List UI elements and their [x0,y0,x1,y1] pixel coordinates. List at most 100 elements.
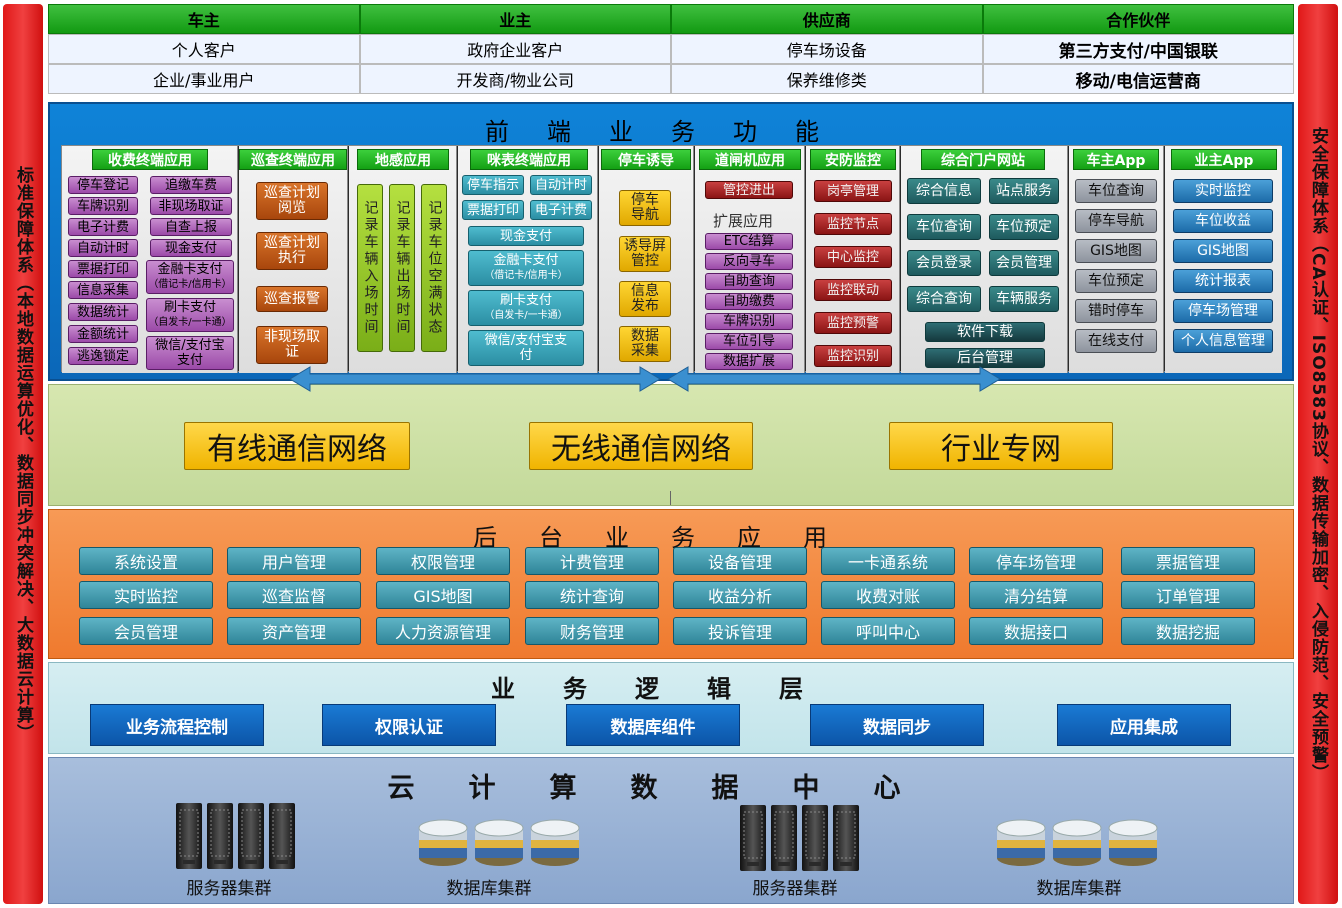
table-cell: 第三方支付/中国银联 [982,34,1294,64]
security-item: 岗亭管理 [814,180,892,202]
owner-app-item: 车位预定 [1075,269,1157,293]
portal-item: 综合信息 [907,178,981,204]
charge-item: 自查上报 [150,218,232,236]
business-app-item: 个人信息管理 [1173,329,1273,353]
backend-module: 停车场管理 [969,547,1103,575]
column-title: 道闸机应用 [699,149,801,170]
column-title: 综合门户网站 [921,149,1045,170]
standard-assurance-text: 标准保障体系（本地数据运算优化、数据同步冲突解决、大数据云计算） [13,166,33,742]
backend-module: 订单管理 [1121,581,1255,609]
column-title: 业主App [1171,149,1277,170]
server-rack-icon [740,805,766,871]
backend-module: 权限管理 [376,547,510,575]
backend-layer: 后台业务应用 系统设置 用户管理 权限管理 计费管理 设备管理 一卡通系统 停车场管理 票据管… [48,509,1294,659]
charge-terminal-column: 收费终端应用 停车登记 车牌识别 电子计费 自动计时 票据打印 信息采集 数据统… [62,146,238,373]
owner-app-item: 停车导航 [1075,209,1157,233]
security-item: 监控联动 [814,279,892,301]
table-cell: 政府企业客户 [359,34,671,64]
charge-item: 自动计时 [68,239,138,257]
table-cell: 个人客户 [48,34,360,64]
backend-module: 呼叫中心 [821,617,955,645]
charge-swipe-pay: 刷卡支付 （自发卡/一卡通） [146,298,234,332]
patrol-item: 巡查计划阅览 [256,182,328,220]
charge-item: 票据打印 [68,260,138,278]
security-item: 中心监控 [814,246,892,268]
server-rack-icon [771,805,797,871]
backend-module: 巡查监督 [227,581,361,609]
server-cluster-icon [739,804,863,876]
database-disk-icon [474,819,524,866]
charge-item: 电子计费 [68,218,138,236]
parking-guidance-column: 停车诱导 停车导航 诱导屏管控 信息发布 数据采集 [599,146,694,373]
business-app-item: 实时监控 [1173,179,1273,203]
table-cell: 企业/事业用户 [48,64,360,94]
owner-app-column: 车主App 车位查询 停车导航 GIS地图 车位预定 错时停车 在线支付 [1069,146,1164,373]
charge-item: 逃逸锁定 [68,347,138,365]
charge-card-pay-label: 金融卡支付 [157,262,223,277]
meter-item: 停车指示 [462,175,524,195]
portal-download: 软件下载 [925,322,1045,342]
business-app-column: 业主App 实时监控 车位收益 GIS地图 统计报表 停车场管理 个人信息管理 [1165,146,1282,373]
portal-item: 站点服务 [989,178,1059,204]
charge-wechat-pay: 微信/支付宝支付 [146,336,234,370]
customer-header-row: 车主 业主 供应商 合作伙伴 [48,4,1294,34]
database-cluster-icon [417,816,585,872]
charge-item: 金额统计 [68,325,138,343]
server-rack-icon [269,803,295,869]
guidance-item: 信息发布 [619,281,671,317]
logic-item: 应用集成 [1057,704,1231,746]
backend-module: GIS地图 [376,581,510,609]
backend-module: 收益分析 [673,581,807,609]
server-rack-icon [207,803,233,869]
gate-top-item: 管控进出 [705,181,793,199]
portal-item: 车辆服务 [989,286,1059,312]
network-item: 无线通信网络 [529,422,753,470]
meter-swipe-pay-sub: （自发卡/一卡通） [484,310,568,321]
gate-item: ETC结算 [705,233,793,250]
customer-row: 企业/事业用户 开发商/物业公司 保养维修类 移动/电信运营商 [48,64,1294,94]
table-cell: 移动/电信运营商 [982,64,1294,94]
cluster-caption: 数据库集群 [446,879,532,899]
server-rack-icon [176,803,202,869]
column-title: 停车诱导 [601,149,691,170]
column-title: 车主App [1073,149,1159,170]
portal-item: 车位查询 [907,214,981,240]
logic-item: 数据同步 [810,704,984,746]
charge-item: 非现场取证 [150,197,232,215]
database-cluster-icon [995,816,1163,872]
gate-item: 自助缴费 [705,293,793,310]
charge-card-pay-sub: （借记卡/信用卡） [148,279,232,290]
logic-item: 权限认证 [322,704,496,746]
database-disk-icon [530,819,580,866]
network-layer: 有线通信网络 无线通信网络 行业专网 [48,384,1294,506]
backend-module: 票据管理 [1121,547,1255,575]
customer-row: 个人客户 政府企业客户 停车场设备 第三方支付/中国银联 [48,34,1294,64]
patrol-item: 巡查报警 [256,286,328,312]
meter-item: 电子计费 [530,200,592,220]
cluster-caption: 服务器集群 [752,879,838,899]
patrol-item: 巡查计划执行 [256,232,328,270]
business-app-item: 停车场管理 [1173,299,1273,323]
database-disk-icon [1052,819,1102,866]
logic-layer: 业务逻辑层 业务流程控制 权限认证 数据库组件 数据同步 应用集成 [48,662,1294,754]
table-cell: 保养维修类 [671,64,983,94]
meter-item: 票据打印 [462,200,524,220]
backend-module: 资产管理 [227,617,361,645]
cluster-caption: 数据库集群 [1036,879,1122,899]
cluster-caption: 服务器集群 [186,879,272,899]
guidance-item: 诱导屏管控 [619,236,671,272]
charge-item: 信息采集 [68,281,138,299]
meter-card-pay-label: 金融卡支付 [493,253,559,268]
meter-terminal-column: 咪表终端应用 停车指示 自动计时 票据打印 电子计费 现金支付 金融卡支付 （借记… [458,146,598,373]
meter-cash-pay: 现金支付 [468,226,584,246]
ground-item: 记录车位空满状态 [421,184,447,352]
backend-module: 财务管理 [525,617,659,645]
meter-card-pay: 金融卡支付 （借记卡/信用卡） [468,250,584,286]
database-disk-icon [418,819,468,866]
charge-item: 车牌识别 [68,197,138,215]
backend-module: 会员管理 [79,617,213,645]
business-app-item: 车位收益 [1173,209,1273,233]
meter-card-pay-sub: （借记卡/信用卡） [484,270,568,281]
right-double-arrow [667,366,1001,392]
logic-item: 业务流程控制 [90,704,264,746]
